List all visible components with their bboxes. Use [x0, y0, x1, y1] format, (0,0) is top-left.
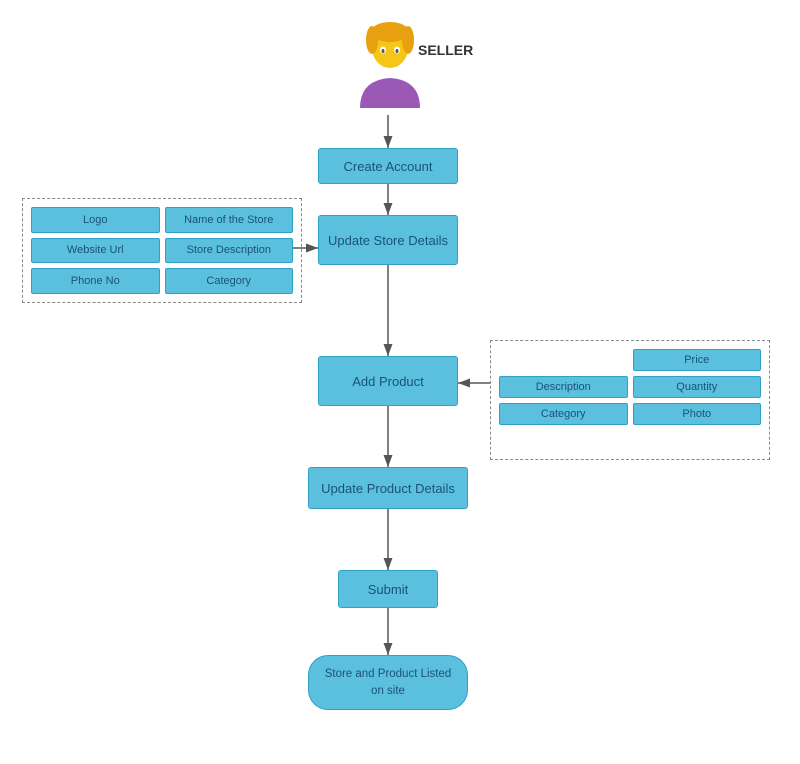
photo-field: Photo [633, 403, 762, 425]
seller-label: SELLER [418, 42, 473, 58]
description-field: Store Description [165, 238, 294, 264]
submit-box: Submit [338, 570, 438, 608]
update-product-box: Update Product Details [308, 467, 468, 509]
description-product-field: Description [499, 376, 628, 398]
avatar [345, 18, 435, 108]
category-product-field: Category [499, 403, 628, 425]
price-field: Price [633, 349, 762, 371]
update-store-box: Update Store Details [318, 215, 458, 265]
store-fields-container: Logo Name of the Store Website Url Store… [22, 198, 302, 303]
logo-field: Logo [31, 207, 160, 233]
category-store-field: Category [165, 268, 294, 294]
add-product-box: Add Product [318, 356, 458, 406]
phone-field: Phone No [31, 268, 160, 294]
website-field: Website Url [31, 238, 160, 264]
quantity-field: Quantity [633, 376, 762, 398]
create-account-box: Create Account [318, 148, 458, 184]
diagram-container: SELLER Create Account Update Store Detai… [0, 0, 800, 764]
final-box: Store and Product Listed on site [308, 655, 468, 710]
product-fields-container: Description Category Price Quantity Phot… [490, 340, 770, 460]
store-name-field: Name of the Store [165, 207, 294, 233]
